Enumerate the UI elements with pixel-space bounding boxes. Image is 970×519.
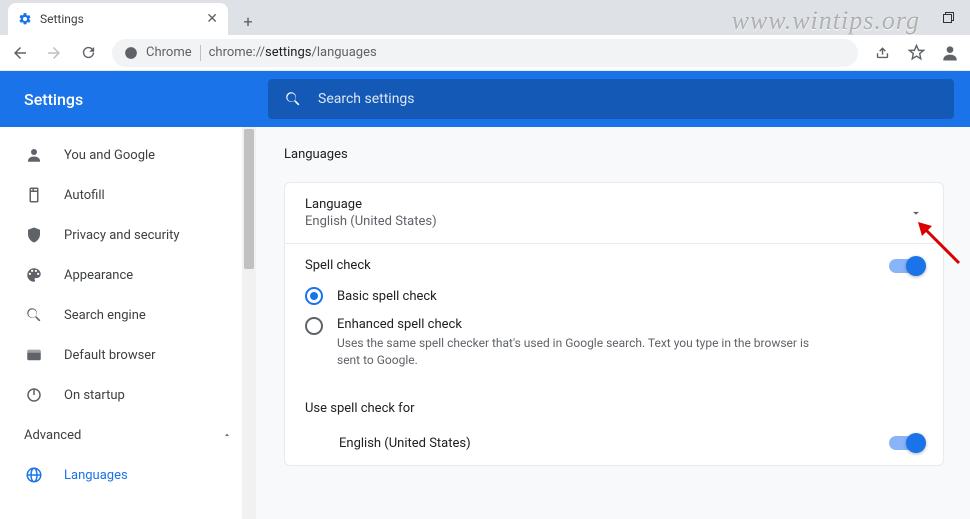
option-enhanced-description: Uses the same spell checker that's used … xyxy=(337,335,817,369)
languages-card: Language English (United States) Spell c… xyxy=(284,182,944,466)
site-info-icon[interactable] xyxy=(124,46,138,60)
spellcheck-row: Spell check xyxy=(285,244,943,281)
option-basic-label: Basic spell check xyxy=(337,289,437,304)
globe-icon xyxy=(24,465,44,485)
radio-enhanced[interactable] xyxy=(305,317,323,335)
search-icon xyxy=(284,90,302,108)
sidebar-item-appearance[interactable]: Appearance xyxy=(0,255,256,295)
sidebar-item-label: Search engine xyxy=(64,308,146,323)
search-input[interactable] xyxy=(318,91,938,107)
option-enhanced-label: Enhanced spell check xyxy=(337,317,817,332)
settings-search[interactable] xyxy=(268,79,954,119)
content-area: Languages Language English (United State… xyxy=(256,127,970,519)
columns: You and Google Autofill Privacy and secu… xyxy=(0,127,970,519)
chevron-down-icon[interactable] xyxy=(909,206,923,220)
browser-tab[interactable]: Settings ✕ xyxy=(8,3,228,35)
sidebar-item-label: Privacy and security xyxy=(64,228,180,243)
language-spellcheck-toggle[interactable] xyxy=(889,436,923,450)
language-row[interactable]: Language English (United States) xyxy=(285,183,943,244)
close-icon[interactable]: ✕ xyxy=(206,11,218,27)
sidebar-item-label: Languages xyxy=(64,468,128,483)
sidebar-scrollbar[interactable] xyxy=(242,127,256,519)
profile-icon[interactable] xyxy=(940,43,960,63)
sidebar-item-on-startup[interactable]: On startup xyxy=(0,375,256,415)
sidebar: You and Google Autofill Privacy and secu… xyxy=(0,127,256,503)
advanced-label: Advanced xyxy=(24,428,81,443)
address-scheme: Chrome xyxy=(146,45,192,60)
sidebar-item-label: Default browser xyxy=(64,348,156,363)
tab-title: Settings xyxy=(40,12,84,26)
sidebar-item-you-and-google[interactable]: You and Google xyxy=(0,135,256,175)
language-row-value: English (United States) xyxy=(305,214,895,229)
page: Settings You and Google Autofill Privacy… xyxy=(0,71,970,519)
section-title: Languages xyxy=(284,147,970,162)
search-icon xyxy=(24,305,44,325)
new-tab-button[interactable]: + xyxy=(234,7,262,35)
forward-button[interactable] xyxy=(44,43,64,63)
window-icon xyxy=(24,345,44,365)
clipboard-icon xyxy=(24,185,44,205)
sidebar-item-label: Autofill xyxy=(64,188,105,203)
spellcheck-label: Spell check xyxy=(305,258,875,273)
sidebar-item-autofill[interactable]: Autofill xyxy=(0,175,256,215)
page-title: Settings xyxy=(0,90,256,109)
spellcheck-toggle[interactable] xyxy=(889,259,923,273)
separator xyxy=(200,45,201,61)
address-text: chrome://settings/languages xyxy=(209,45,377,60)
sidebar-item-privacy[interactable]: Privacy and security xyxy=(0,215,256,255)
gear-icon xyxy=(18,12,32,26)
use-spellcheck-for-label-row: Use spell check for xyxy=(285,383,943,422)
sidebar-item-label: You and Google xyxy=(64,148,155,163)
back-button[interactable] xyxy=(10,43,30,63)
browser-toolbar: Chrome chrome://settings/languages xyxy=(0,35,970,71)
sidebar-item-default-browser[interactable]: Default browser xyxy=(0,335,256,375)
tab-strip: Settings ✕ + xyxy=(0,0,970,35)
window-controls xyxy=(943,0,962,35)
maximize-icon[interactable] xyxy=(943,12,954,23)
sidebar-advanced-toggle[interactable]: Advanced xyxy=(0,415,256,455)
use-for-label: Use spell check for xyxy=(305,401,415,416)
sidebar-item-languages[interactable]: Languages xyxy=(0,455,256,495)
radio-basic[interactable] xyxy=(305,287,323,305)
sidebar-item-label: On startup xyxy=(64,388,125,403)
spellcheck-option-basic[interactable]: Basic spell check xyxy=(285,281,943,311)
use-for-item-label: English (United States) xyxy=(339,436,875,451)
share-icon[interactable] xyxy=(872,43,892,63)
power-icon xyxy=(24,385,44,405)
palette-icon xyxy=(24,265,44,285)
address-bar[interactable]: Chrome chrome://settings/languages xyxy=(112,39,858,67)
bookmark-icon[interactable] xyxy=(906,43,926,63)
shield-icon xyxy=(24,225,44,245)
chevron-up-icon xyxy=(222,430,232,440)
use-spellcheck-for-item: English (United States) xyxy=(285,422,943,465)
person-icon xyxy=(24,145,44,165)
spellcheck-option-enhanced[interactable]: Enhanced spell check Uses the same spell… xyxy=(285,311,943,383)
sidebar-item-search-engine[interactable]: Search engine xyxy=(0,295,256,335)
sidebar-item-label: Appearance xyxy=(64,268,133,283)
language-row-title: Language xyxy=(305,197,895,212)
settings-header: Settings xyxy=(0,71,970,127)
reload-button[interactable] xyxy=(78,43,98,63)
